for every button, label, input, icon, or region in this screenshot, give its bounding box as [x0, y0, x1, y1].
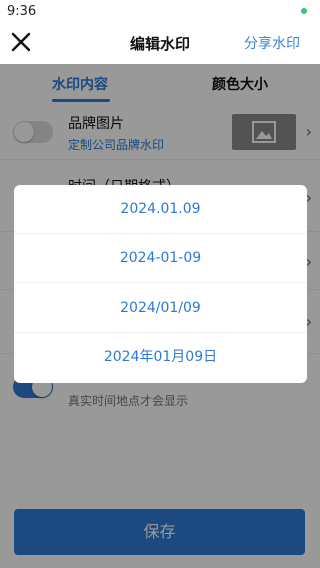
notification-dot — [301, 8, 307, 14]
nav-bar: 编辑水印 分享水印 — [0, 24, 320, 64]
share-watermark-button[interactable]: 分享水印 — [244, 33, 300, 53]
date-format-option[interactable]: 2024.01.09 — [14, 185, 307, 234]
status-time: 9:36 — [7, 4, 37, 19]
date-format-option[interactable]: 2024-01-09 — [14, 234, 307, 283]
date-format-option[interactable]: 2024/01/09 — [14, 284, 307, 333]
date-format-option[interactable]: 2024年01月09日 — [14, 333, 307, 382]
status-bar: 9:36 — [0, 0, 320, 24]
date-format-dialog: 2024.01.09 2024-01-09 2024/01/09 2024年01… — [14, 185, 307, 383]
